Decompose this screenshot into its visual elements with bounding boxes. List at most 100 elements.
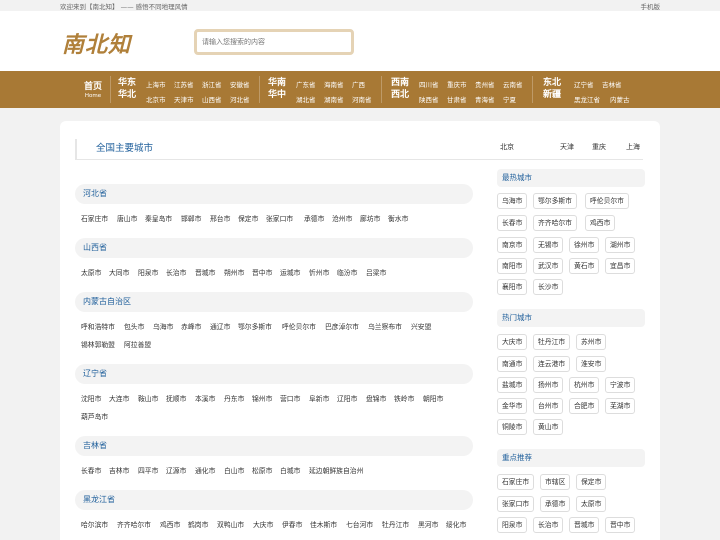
city-link[interactable]: 太原市 [81,267,101,277]
province-heading-shanxi[interactable]: 山西省 [75,238,473,258]
city-link[interactable]: 抚顺市 [166,393,186,403]
city-tag[interactable]: 杭州市 [569,377,600,393]
city-link[interactable]: 齐齐哈尔市 [117,519,151,529]
city-tag[interactable]: 金华市 [497,398,528,414]
city-link[interactable]: 邯郸市 [181,213,201,223]
city-tag[interactable]: 鄂尔多斯市 [533,193,577,209]
city-link[interactable]: 通辽市 [210,321,230,331]
city-tag[interactable]: 宜昌市 [605,258,636,274]
city-link[interactable]: 阜新市 [309,393,329,403]
city-tag[interactable]: 乌海市 [497,193,528,209]
city-link[interactable]: 唐山市 [117,213,137,223]
city-link[interactable]: 长治市 [166,267,186,277]
city-link[interactable]: 乌海市 [153,321,173,331]
city-tag[interactable]: 石家庄市 [497,474,535,490]
city-link[interactable]: 邢台市 [210,213,230,223]
city-tag[interactable]: 承德市 [540,496,571,512]
city-link[interactable]: 阿拉善盟 [124,339,151,349]
city-link[interactable]: 通化市 [195,465,215,475]
nav-city-link[interactable]: 内蒙古 [610,94,630,104]
city-link[interactable]: 葫芦岛市 [81,411,108,421]
city-link[interactable]: 七台河市 [346,519,373,529]
search-input[interactable] [194,29,354,55]
city-tag[interactable]: 南京市 [497,237,528,253]
city-link[interactable]: 佳木斯市 [310,519,337,529]
city-tag[interactable]: 长春市 [497,215,528,231]
city-link[interactable]: 运城市 [280,267,300,277]
province-heading-inner-mongolia[interactable]: 内蒙古自治区 [75,292,473,312]
city-link[interactable]: 哈尔滨市 [81,519,108,529]
city-tag[interactable]: 长沙市 [533,279,564,295]
city-link[interactable]: 阳泉市 [138,267,158,277]
city-link[interactable]: 兴安盟 [411,321,431,331]
nav-city-link[interactable]: 山西省 [202,94,222,104]
city-tag[interactable]: 阳泉市 [497,517,528,533]
site-logo[interactable]: 南北知 [62,27,131,59]
city-link[interactable]: 廊坊市 [360,213,380,223]
nav-city-link[interactable]: 浙江省 [202,79,222,89]
city-tag[interactable]: 扬州市 [533,377,564,393]
nav-city-link[interactable]: 广东省 [296,79,316,89]
city-link[interactable]: 晋中市 [252,267,272,277]
city-link[interactable]: 承德市 [304,213,324,223]
nav-city-link[interactable]: 湖北省 [296,94,316,104]
city-tag[interactable]: 长治市 [533,517,564,533]
city-link[interactable]: 辽源市 [166,465,186,475]
quick-link-tianjin[interactable]: 天津 [560,142,574,152]
city-link[interactable]: 黑河市 [418,519,438,529]
nav-city-link[interactable]: 甘肃省 [447,94,467,104]
city-tag[interactable]: 合肥市 [569,398,600,414]
city-tag[interactable]: 太原市 [576,496,607,512]
city-link[interactable]: 巴彦淖尔市 [325,321,359,331]
city-link[interactable]: 白山市 [224,465,244,475]
province-heading-hebei[interactable]: 河北省 [75,184,473,204]
city-link[interactable]: 乌兰察布市 [368,321,402,331]
city-link[interactable]: 伊春市 [282,519,302,529]
nav-city-link[interactable]: 湖南省 [324,94,344,104]
city-link[interactable]: 盘锦市 [366,393,386,403]
city-tag[interactable]: 武汉市 [533,258,564,274]
city-link[interactable]: 吉林市 [109,465,129,475]
city-link[interactable]: 朔州市 [224,267,244,277]
nav-city-link[interactable]: 四川省 [419,79,439,89]
nav-city-link[interactable]: 宁夏 [503,94,516,104]
city-tag[interactable]: 晋中市 [605,517,636,533]
city-tag[interactable]: 苏州市 [576,334,607,350]
city-link[interactable]: 沧州市 [332,213,352,223]
nav-city-link[interactable]: 黑龙江省 [574,94,600,104]
nav-city-link[interactable]: 吉林省 [602,79,622,89]
city-link[interactable]: 丹东市 [224,393,244,403]
city-tag[interactable]: 呼伦贝尔市 [585,193,629,209]
city-link[interactable]: 延边朝鲜族自治州 [309,465,363,475]
city-tag[interactable]: 台州市 [533,398,564,414]
city-tag[interactable]: 鸡西市 [585,215,616,231]
city-link[interactable]: 双鸭山市 [217,519,244,529]
nav-region-name[interactable]: 华南 华中 [266,77,288,101]
city-link[interactable]: 大庆市 [253,519,273,529]
city-tag[interactable]: 张家口市 [497,496,535,512]
city-link[interactable]: 鞍山市 [138,393,158,403]
nav-city-link[interactable]: 上海市 [146,79,166,89]
city-link[interactable]: 营口市 [280,393,300,403]
quick-link-chongqing[interactable]: 重庆 [592,142,606,152]
city-link[interactable]: 鄂尔多斯市 [238,321,272,331]
city-link[interactable]: 绥化市 [446,519,466,529]
city-tag[interactable]: 襄阳市 [497,279,528,295]
city-tag[interactable]: 徐州市 [569,237,600,253]
nav-city-link[interactable]: 贵州省 [475,79,495,89]
nav-home[interactable]: 首页 Home [84,79,102,99]
nav-city-link[interactable]: 安徽省 [230,79,250,89]
city-tag[interactable]: 宁波市 [605,377,636,393]
city-link[interactable]: 锡林郭勒盟 [81,339,115,349]
city-tag[interactable]: 连云港市 [533,356,571,372]
nav-city-link[interactable]: 广西 [352,79,365,89]
city-tag[interactable]: 芜湖市 [605,398,636,414]
mobile-version-link[interactable]: 手机版 [641,1,661,11]
city-tag[interactable]: 黄石市 [569,258,600,274]
city-link[interactable]: 忻州市 [309,267,329,277]
city-link[interactable]: 呼伦贝尔市 [282,321,316,331]
city-tag[interactable]: 大庆市 [497,334,528,350]
city-link[interactable]: 白城市 [280,465,300,475]
city-tag[interactable]: 无锡市 [533,237,564,253]
nav-city-link[interactable]: 天津市 [174,94,194,104]
